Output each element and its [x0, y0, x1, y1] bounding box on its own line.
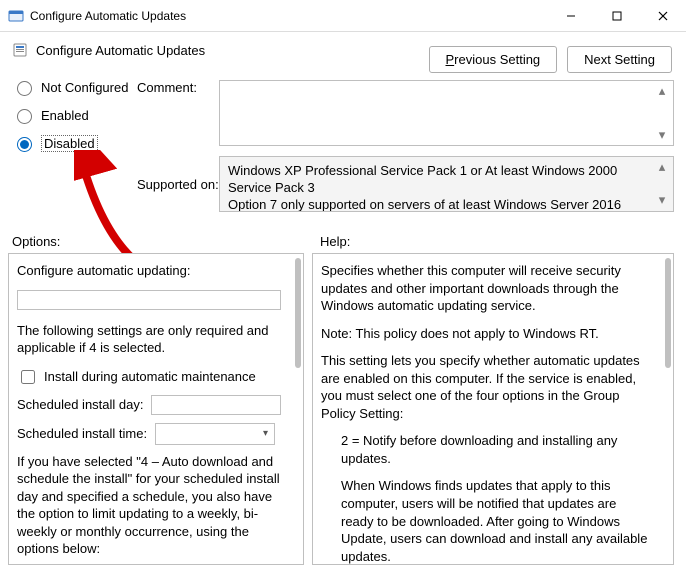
help-pane: Specifies whether this computer will rec… [312, 253, 674, 565]
radio-not-configured-input[interactable] [17, 81, 32, 96]
help-p4: 2 = Notify before downloading and instal… [321, 432, 651, 467]
sched-day-combo[interactable] [151, 395, 281, 415]
scroll-down-icon: ▾ [659, 192, 666, 209]
close-button[interactable] [640, 0, 686, 32]
radio-enabled-label: Enabled [41, 108, 89, 123]
chk-install-maintenance[interactable]: Install during automatic maintenance [17, 367, 281, 387]
scroll-up-icon: ▴ [659, 83, 666, 99]
supported-on-box: Windows XP Professional Service Pack 1 o… [219, 156, 674, 212]
radio-not-configured[interactable]: Not Configured [12, 78, 128, 96]
titlebar: Configure Automatic Updates [0, 0, 686, 32]
sched-time-label: Scheduled install time: [17, 425, 147, 443]
chevron-down-icon: ▾ [263, 427, 268, 441]
section-labels: Options: Help: [0, 224, 686, 253]
top-config-area: Not Configured Enabled Disabled Comment:… [0, 74, 686, 224]
radio-disabled[interactable]: Disabled [12, 134, 128, 152]
help-p3: This setting lets you specify whether au… [321, 352, 651, 422]
help-p2: Note: This policy does not apply to Wind… [321, 325, 651, 343]
state-radio-group: Not Configured Enabled Disabled [12, 78, 128, 152]
radio-disabled-label: Disabled [41, 135, 98, 152]
radio-enabled[interactable]: Enabled [12, 106, 128, 124]
panes-container: Configure automatic updating: The follow… [0, 253, 686, 565]
maximize-button[interactable] [594, 0, 640, 32]
radio-not-configured-label: Not Configured [41, 80, 128, 95]
next-setting-button[interactable]: Next Setting [567, 46, 672, 73]
supported-scrollbar[interactable]: ▴ ▾ [653, 159, 671, 209]
scrollbar-thumb[interactable] [295, 258, 301, 368]
app-icon [8, 8, 24, 24]
supported-on-label: Supported on: [137, 177, 219, 192]
supported-on-text: Windows XP Professional Service Pack 1 o… [228, 163, 621, 212]
comment-scrollbar[interactable]: ▴ ▾ [653, 83, 671, 143]
comment-label: Comment: [137, 80, 219, 95]
radio-enabled-input[interactable] [17, 109, 32, 124]
sched-time-combo[interactable]: ▾ [155, 423, 275, 445]
window-title: Configure Automatic Updates [30, 9, 548, 23]
minimize-button[interactable] [548, 0, 594, 32]
help-scrollbar[interactable] [663, 258, 671, 560]
options-pane: Configure automatic updating: The follow… [8, 253, 304, 565]
radio-disabled-input[interactable] [17, 137, 32, 152]
options-subnote: The following settings are only required… [17, 322, 281, 357]
nav-button-group: Previous Setting Next Setting [429, 46, 673, 73]
help-p1: Specifies whether this computer will rec… [321, 262, 651, 315]
configure-updating-combo[interactable] [17, 290, 281, 310]
help-label: Help: [320, 234, 674, 249]
help-p5: When Windows finds updates that apply to… [321, 477, 651, 565]
scroll-up-icon: ▴ [659, 159, 666, 176]
chk-install-maintenance-input[interactable] [21, 370, 35, 384]
previous-setting-button[interactable]: Previous Setting [429, 46, 558, 73]
policy-icon [12, 42, 28, 58]
scroll-down-icon: ▾ [659, 127, 666, 143]
options-label: Options: [12, 234, 320, 249]
options-scrollbar[interactable] [293, 258, 301, 560]
sched-day-label: Scheduled install day: [17, 396, 143, 414]
options-heading: Configure automatic updating: [17, 262, 281, 280]
options-paragraph: If you have selected "4 – Auto download … [17, 453, 281, 558]
scrollbar-thumb[interactable] [665, 258, 671, 368]
chk-install-maintenance-label: Install during automatic maintenance [44, 368, 256, 386]
comment-textarea[interactable]: ▴ ▾ [219, 80, 674, 146]
